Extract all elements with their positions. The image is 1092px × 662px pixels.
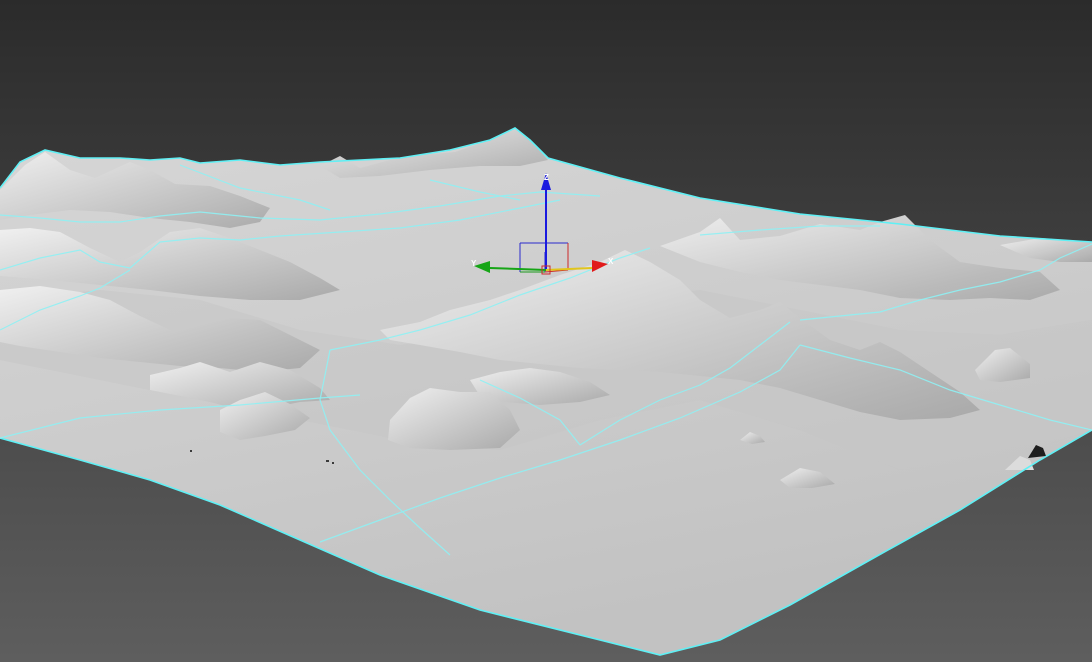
z-axis-label: Z xyxy=(544,173,549,182)
y-axis-label: Y xyxy=(471,259,477,268)
viewport-canvas[interactable]: Z Y X xyxy=(0,0,1092,662)
3d-viewport[interactable]: Z Y X xyxy=(0,0,1092,662)
x-axis-label: X xyxy=(608,257,614,266)
